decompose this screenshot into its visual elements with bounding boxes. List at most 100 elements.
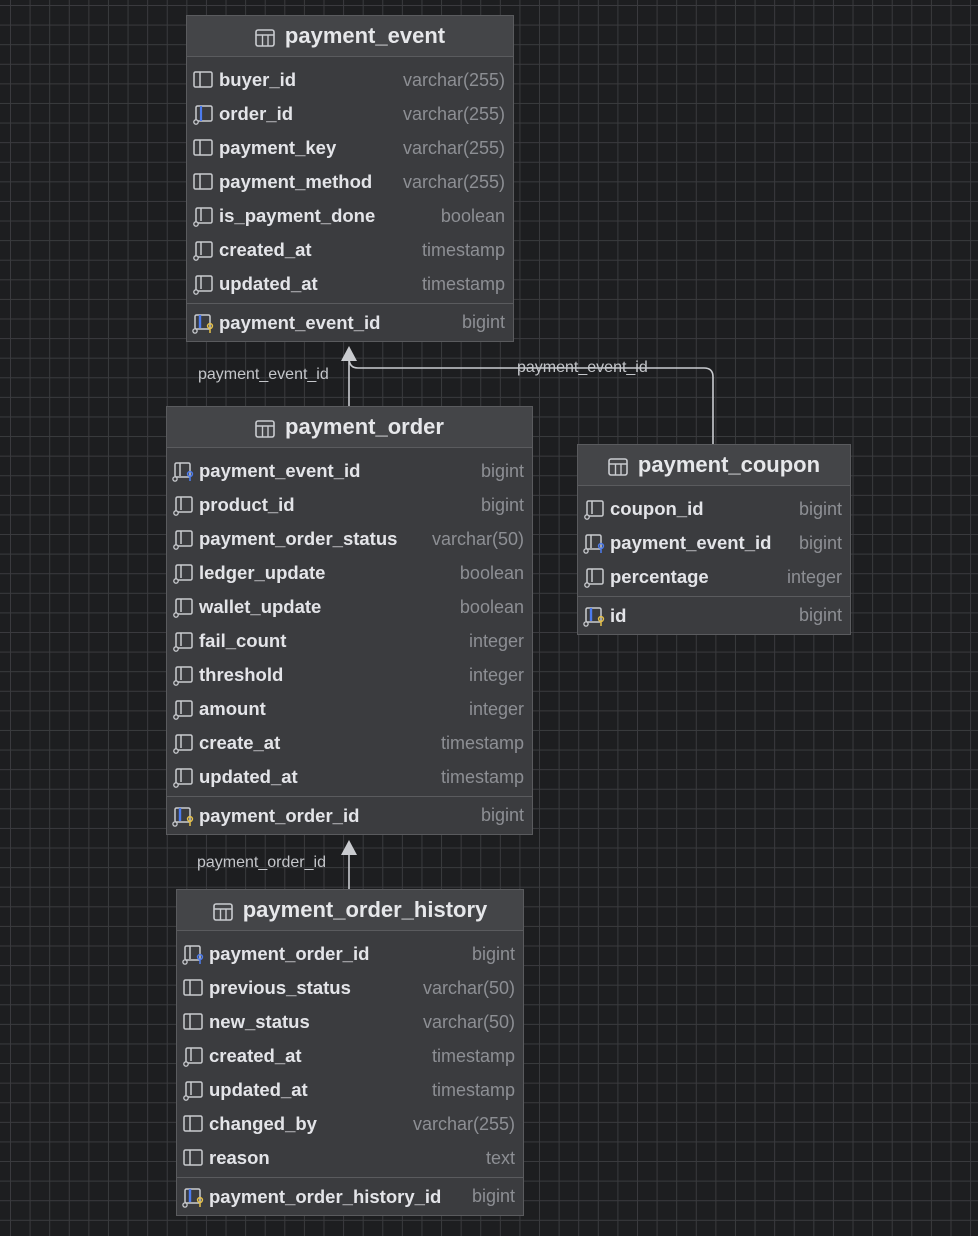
column-type: bigint	[471, 943, 515, 964]
not-null-column-icon	[191, 272, 215, 296]
column-row[interactable]: ledger_update boolean	[167, 556, 532, 590]
not-null-column-icon	[171, 697, 195, 721]
table-payment-order[interactable]: payment_order payment_event_id bigint produ…	[166, 406, 533, 835]
column-type: varchar(255)	[412, 1113, 515, 1134]
column-list: payment_event_id bigint product_id bigint pa…	[167, 448, 532, 834]
column-name: changed_by	[209, 1113, 317, 1134]
column-type: timestamp	[440, 766, 524, 787]
column-name: payment_key	[219, 137, 337, 158]
not-null-column-icon	[171, 595, 195, 619]
column-name: coupon_id	[610, 498, 704, 519]
column-type: varchar(50)	[422, 977, 515, 998]
column-row[interactable]: fail_count integer	[167, 624, 532, 658]
primary-key-icon	[191, 311, 215, 335]
column-name: new_status	[209, 1011, 310, 1032]
column-name: payment_event_id	[219, 311, 381, 333]
column-row[interactable]: amount integer	[167, 692, 532, 726]
column-row[interactable]: created_at timestamp	[187, 233, 513, 267]
column-name: amount	[199, 698, 266, 719]
column-row[interactable]: payment_key varchar(255)	[187, 131, 513, 165]
not-null-column-icon	[191, 204, 215, 228]
table-icon	[608, 456, 628, 476]
column-row[interactable]: payment_method varchar(255)	[187, 165, 513, 199]
column-row[interactable]: is_payment_done boolean	[187, 199, 513, 233]
column-name: id	[610, 604, 627, 626]
column-row[interactable]: updated_at timestamp	[167, 760, 532, 794]
column-type: varchar(50)	[431, 528, 524, 549]
column-type: integer	[786, 566, 842, 587]
column-type: varchar(255)	[402, 171, 505, 192]
not-null-column-icon	[582, 565, 606, 589]
column-row[interactable]: payment_event_id bigint	[167, 454, 532, 488]
table-header[interactable]: payment_order_history	[177, 890, 523, 931]
edge-label-order-event: payment_event_id	[198, 366, 329, 383]
column-row[interactable]: product_id bigint	[167, 488, 532, 522]
column-name: payment_event_id	[199, 460, 361, 481]
column-list: payment_order_id bigint previous_status var…	[177, 931, 523, 1215]
table-header[interactable]: payment_coupon	[578, 445, 850, 486]
column-row[interactable]: wallet_update boolean	[167, 590, 532, 624]
foreign-key-icon	[582, 531, 606, 555]
table-payment-event[interactable]: payment_event buyer_id varchar(255) order_i…	[186, 15, 514, 342]
column-row[interactable]: payment_event_id bigint	[578, 526, 850, 560]
column-row[interactable]: order_id varchar(255)	[187, 97, 513, 131]
column-type: boolean	[459, 596, 524, 617]
table-icon	[255, 27, 275, 47]
not-null-column-icon	[582, 497, 606, 521]
column-type: timestamp	[431, 1079, 515, 1100]
not-null-column-icon	[171, 731, 195, 755]
column-name: is_payment_done	[219, 205, 376, 226]
column-row[interactable]: updated_at timestamp	[187, 267, 513, 301]
column-icon	[191, 170, 215, 194]
column-name: updated_at	[219, 273, 318, 294]
table-header[interactable]: payment_event	[187, 16, 513, 57]
column-row[interactable]: created_at timestamp	[177, 1039, 523, 1073]
table-payment-coupon[interactable]: payment_coupon coupon_id bigint payment_eve…	[577, 444, 851, 635]
column-row[interactable]: changed_by varchar(255)	[177, 1107, 523, 1141]
table-title: payment_coupon	[637, 452, 821, 477]
table-payment-order-history[interactable]: payment_order_history payment_order_id big…	[176, 889, 524, 1216]
column-name: created_at	[209, 1045, 302, 1066]
primary-key-row[interactable]: id bigint	[578, 596, 850, 634]
column-row[interactable]: updated_at timestamp	[177, 1073, 523, 1107]
not-null-column-icon	[191, 238, 215, 262]
primary-key-row[interactable]: payment_event_id bigint	[187, 303, 513, 341]
column-row[interactable]: reason text	[177, 1141, 523, 1175]
column-row[interactable]: create_at timestamp	[167, 726, 532, 760]
primary-key-row[interactable]: payment_order_id bigint	[167, 796, 532, 834]
column-type: bigint	[461, 312, 505, 332]
edge-label-coupon-event: payment_event_id	[517, 359, 648, 376]
column-type: text	[485, 1147, 515, 1168]
arrow-to-payment-event	[341, 346, 357, 361]
column-row[interactable]: payment_order_id bigint	[177, 937, 523, 971]
column-type: bigint	[798, 532, 842, 553]
column-type: integer	[468, 630, 524, 651]
column-row[interactable]: new_status varchar(50)	[177, 1005, 523, 1039]
column-row[interactable]: buyer_id varchar(255)	[187, 63, 513, 97]
column-type: varchar(255)	[402, 103, 505, 124]
column-type: timestamp	[431, 1045, 515, 1066]
column-row[interactable]: payment_order_status varchar(50)	[167, 522, 532, 556]
arrow-to-payment-order	[341, 840, 357, 855]
column-name: created_at	[219, 239, 312, 260]
column-name: ledger_update	[199, 562, 326, 583]
column-icon	[181, 976, 205, 1000]
primary-key-row[interactable]: payment_order_history_id bigint	[177, 1177, 523, 1215]
table-header[interactable]: payment_order	[167, 407, 532, 448]
column-icon	[191, 136, 215, 160]
column-row[interactable]: threshold integer	[167, 658, 532, 692]
column-type: bigint	[798, 498, 842, 519]
primary-key-icon	[582, 604, 606, 628]
not-null-column-icon	[171, 527, 195, 551]
column-type: boolean	[459, 562, 524, 583]
column-type: timestamp	[440, 732, 524, 753]
foreign-key-icon	[181, 942, 205, 966]
column-row[interactable]: coupon_id bigint	[578, 492, 850, 526]
column-name: payment_order_history_id	[209, 1185, 442, 1207]
column-name: payment_order_id	[199, 804, 360, 826]
column-type: timestamp	[421, 239, 505, 260]
edge-label-history-order: payment_order_id	[197, 854, 326, 871]
column-type: bigint	[480, 805, 524, 825]
column-row[interactable]: percentage integer	[578, 560, 850, 594]
column-row[interactable]: previous_status varchar(50)	[177, 971, 523, 1005]
